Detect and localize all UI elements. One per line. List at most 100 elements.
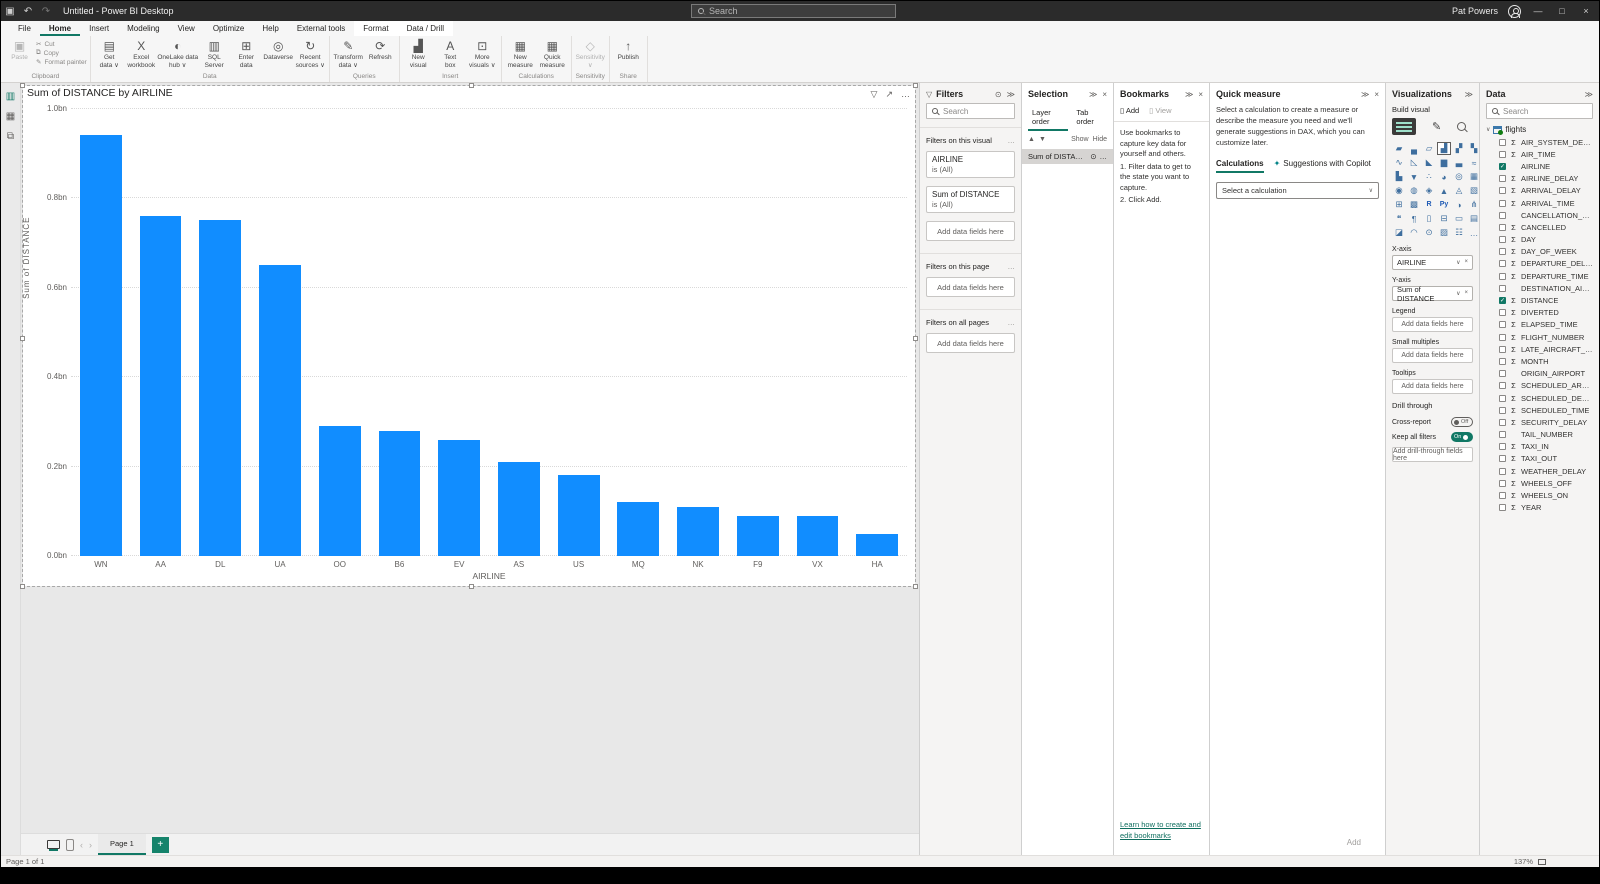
ribbon-button[interactable]: A Text box	[435, 38, 466, 69]
add-bookmark-button[interactable]: ▯ Add	[1120, 106, 1139, 115]
avatar[interactable]	[1508, 4, 1521, 18]
selection-list-item[interactable]: Sum of DISTANCE by … ⊙ …	[1022, 149, 1113, 164]
format-painter-button[interactable]: ✎ Format painter	[36, 58, 87, 67]
add-data-fields-dropzone[interactable]: Add data fields here	[926, 277, 1015, 297]
menu-tab[interactable]: Help	[253, 21, 287, 36]
field-checkbox[interactable]	[1499, 138, 1506, 146]
remove-field-icon[interactable]: ×	[1464, 259, 1468, 266]
field-row[interactable]: Σ YEAR	[1499, 502, 1593, 514]
ribbon-button[interactable]: ▦ New measure	[505, 38, 536, 69]
resize-handle[interactable]	[913, 83, 918, 88]
visual-type-icon[interactable]: ◍	[1407, 184, 1421, 197]
tab-tab-order[interactable]: Tab order	[1072, 105, 1107, 131]
visual-type-icon[interactable]: ▟	[1437, 142, 1451, 155]
keep-all-filters-toggle[interactable]: On	[1451, 432, 1473, 442]
ribbon-button[interactable]: ✎ Transform data ∨	[333, 38, 364, 69]
bar[interactable]	[617, 502, 660, 556]
visual-type-icon[interactable]: ⊞	[1392, 198, 1406, 211]
bar[interactable]	[378, 430, 421, 556]
field-checkbox[interactable]	[1499, 431, 1506, 439]
visual-type-icon[interactable]: ▨	[1437, 226, 1451, 239]
field-checkbox[interactable]	[1499, 309, 1506, 317]
bar[interactable]	[497, 461, 540, 556]
bar[interactable]	[856, 533, 899, 556]
field-row[interactable]: Σ DISTANCE	[1499, 294, 1593, 306]
mobile-layout-icon[interactable]	[66, 838, 74, 851]
menu-tab[interactable]: File	[9, 21, 40, 36]
field-row[interactable]: Σ LATE_AIRCRAFT_…	[1499, 343, 1593, 355]
visual-type-icon[interactable]: ▙	[1392, 170, 1406, 183]
ribbon-button[interactable]: X Excel workbook	[126, 38, 157, 69]
field-checkbox[interactable]	[1499, 150, 1506, 158]
visual-type-icon[interactable]: ▼	[1407, 170, 1421, 183]
field-checkbox[interactable]	[1499, 321, 1506, 329]
menu-tab[interactable]: Home	[39, 21, 81, 36]
field-checkbox[interactable]	[1499, 418, 1506, 426]
resize-handle[interactable]	[913, 336, 918, 341]
field-row[interactable]: Σ WHEELS_OFF	[1499, 477, 1593, 489]
field-checkbox[interactable]	[1499, 406, 1506, 414]
add-data-fields-dropzone[interactable]: Add data fields here	[926, 221, 1015, 241]
menu-tab[interactable]: View	[169, 21, 204, 36]
visual-type-icon[interactable]: ❝	[1392, 212, 1406, 225]
visual-type-icon[interactable]: ▰	[1392, 142, 1406, 155]
field-row[interactable]: Σ TAXI_IN	[1499, 441, 1593, 453]
section-more-icon[interactable]: …	[1008, 136, 1016, 145]
filter-card-distance[interactable]: Sum of DISTANCE is (All)	[926, 186, 1015, 213]
ribbon-button[interactable]: ◇ Sensitivity ∨	[575, 38, 606, 69]
resize-handle[interactable]	[469, 83, 474, 88]
field-row[interactable]: Σ DESTINATION_AI…	[1499, 282, 1593, 294]
ribbon-button[interactable]: ▥ SQL Server	[199, 38, 230, 69]
quick-measure-close-icon[interactable]: ×	[1374, 90, 1379, 99]
y-axis-field-pill[interactable]: Sum of DISTANCE ∨ ×	[1392, 285, 1473, 303]
quick-measure-collapse-icon[interactable]: ≫	[1361, 90, 1369, 99]
section-more-icon[interactable]: …	[1008, 262, 1016, 271]
visual-type-icon[interactable]: ▱	[1422, 142, 1436, 155]
field-checkbox[interactable]	[1499, 187, 1506, 195]
build-visual-tab-icon[interactable]	[1392, 118, 1416, 135]
cross-report-toggle[interactable]: Off	[1451, 417, 1473, 427]
fit-to-page-icon[interactable]	[1538, 858, 1546, 865]
field-row[interactable]: Σ SECURITY_DELAY	[1499, 416, 1593, 428]
tab-suggestions-copilot[interactable]: ✦ Suggestions with Copilot	[1274, 159, 1371, 173]
field-checkbox[interactable]	[1499, 236, 1506, 244]
bar-chart-visual[interactable]: ▽ ↗ … Sum of DISTANCE by AIRLINE Sum of …	[20, 83, 918, 589]
ribbon-button[interactable]: ◎ Dataverse	[263, 38, 294, 62]
visual-more-options-icon[interactable]: …	[901, 89, 910, 100]
field-checkbox[interactable]	[1499, 297, 1506, 305]
field-row[interactable]: Σ SCHEDULED_DE…	[1499, 392, 1593, 404]
visual-type-icon[interactable]: R	[1422, 198, 1436, 211]
table-flights-row[interactable]: ∨ flights	[1486, 125, 1593, 135]
bar[interactable]	[318, 426, 361, 556]
field-checkbox[interactable]	[1499, 370, 1506, 378]
show-button[interactable]: Show	[1071, 136, 1089, 143]
bar[interactable]	[79, 134, 122, 556]
drill-through-dropzone[interactable]: Add drill-through fields here	[1392, 447, 1473, 462]
resize-handle[interactable]	[20, 83, 25, 88]
field-row[interactable]: Σ ORIGIN_AIRPORT	[1499, 368, 1593, 380]
filter-card-airline[interactable]: AIRLINE is (All)	[926, 151, 1015, 178]
remove-field-icon[interactable]: ×	[1464, 290, 1468, 297]
field-checkbox[interactable]	[1499, 223, 1506, 231]
move-up-icon[interactable]: ▲	[1028, 136, 1035, 143]
ribbon-button[interactable]: ⊡ More visuals ∨	[467, 38, 498, 69]
visualizations-collapse-icon[interactable]: ≫	[1465, 90, 1473, 99]
ribbon-button[interactable]: ▟ New visual	[403, 38, 434, 69]
resize-handle[interactable]	[913, 584, 918, 589]
bar[interactable]	[677, 506, 719, 556]
visual-type-icon[interactable]: ◪	[1392, 226, 1406, 239]
field-checkbox[interactable]	[1499, 455, 1506, 463]
ribbon-button[interactable]: ↑ Publish	[613, 38, 644, 62]
resize-handle[interactable]	[20, 336, 25, 341]
visual-type-icon[interactable]: ¶	[1407, 212, 1421, 225]
field-row[interactable]: Σ CANCELLED	[1499, 221, 1593, 233]
ribbon-button[interactable]: ⊞ Enter data	[231, 38, 262, 69]
selection-close-icon[interactable]: ×	[1102, 90, 1107, 99]
table-view-icon[interactable]: ▦	[6, 111, 15, 122]
field-row[interactable]: Σ MONTH	[1499, 355, 1593, 367]
field-row[interactable]: Σ TAIL_NUMBER	[1499, 429, 1593, 441]
visual-type-icon[interactable]: ▲	[1437, 184, 1451, 197]
chevron-down-icon[interactable]: ∨	[1456, 290, 1460, 297]
ribbon-button[interactable]: ▦ Quick measure	[537, 38, 568, 69]
minimize-button[interactable]: —	[1531, 6, 1545, 16]
